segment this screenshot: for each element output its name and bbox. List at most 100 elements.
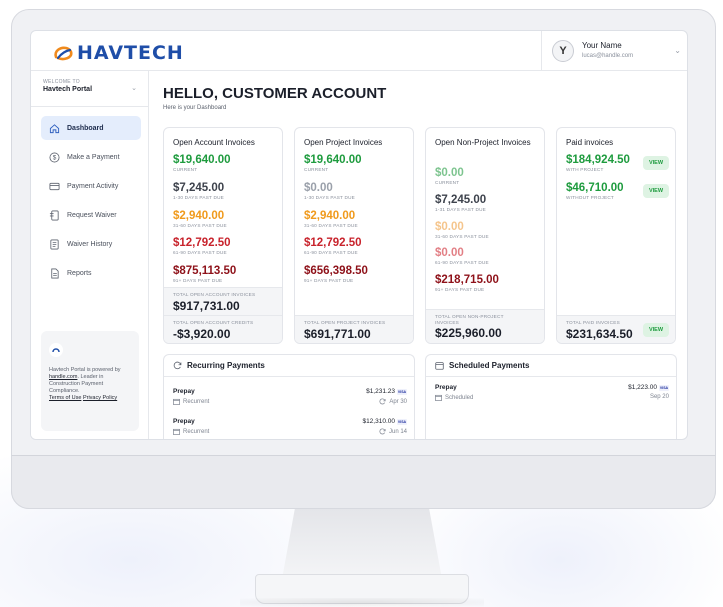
amount-label: 1-30 DAYS PAST DUE — [304, 195, 356, 200]
total-band: TOTAL OPEN NON-PROJECT INVOICES $225,960… — [426, 309, 544, 343]
amount-entry: $0.00 31-60 DAYS PAST DUE — [435, 221, 489, 240]
card-title: Open Account Invoices — [173, 138, 255, 147]
page-title: HELLO, CUSTOMER ACCOUNT — [163, 85, 387, 102]
payment-date-text: Jun 14 — [388, 428, 407, 435]
sidebar-item-label: Waiver History — [67, 240, 113, 248]
credits-value: -$3,920.00 — [173, 326, 231, 341]
top-bar: HAVTECH Y Your Name lucas@handle.com ⌄ — [31, 31, 687, 71]
amount-label: CURRENT — [173, 167, 198, 172]
amount-label: 1-31 DAYS PAST DUE — [435, 207, 487, 212]
payment-date-text: Apr 30 — [389, 398, 407, 405]
payment-row[interactable]: Prepay Recurrent $12,310.00 VISA Jun 14 — [173, 418, 407, 439]
amount-label: 1-30 DAYS PAST DUE — [173, 195, 225, 200]
amount-entry: $2,940.00 31-60 DAYS PAST DUE — [304, 210, 358, 229]
sidebar-item-request-waiver[interactable]: Request Waiver — [41, 203, 141, 227]
payment-date-text: Sep 20 — [649, 394, 669, 400]
payment-type: Prepay — [173, 418, 195, 425]
sidebar-item-label: Make a Payment — [67, 153, 120, 161]
card-title: Open Project Invoices — [304, 138, 383, 147]
main-content: HELLO, CUSTOMER ACCOUNT Here is your Das… — [149, 71, 687, 439]
monitor-stand-neck — [282, 509, 442, 579]
total-band: TOTAL OPEN PROJECT INVOICES $691,771.00 — [295, 315, 413, 343]
amount-label: 91+ DAYS PAST DUE — [304, 278, 354, 283]
amount-entry: $12,792.50 61-90 DAYS PAST DUE — [173, 237, 231, 256]
amount-entry: $19,640.00 CURRENT — [173, 154, 231, 173]
amount-value: $218,715.00 — [435, 274, 499, 286]
sidebar-item-reports[interactable]: Reports — [41, 261, 141, 285]
sidebar: WELCOME TO Havtech Portal ⌄ Dashboard $ … — [31, 71, 149, 439]
terms-link[interactable]: Terms of Use — [49, 395, 81, 401]
payment-type: Prepay — [173, 388, 195, 395]
brand-logo[interactable]: HAVTECH — [52, 42, 184, 64]
card-icon — [49, 182, 60, 190]
amount-value: $0.00 — [304, 182, 333, 194]
refresh-icon — [173, 361, 182, 370]
avatar: Y — [552, 40, 574, 62]
card-open-nonproject-invoices[interactable]: Open Non-Project Invoices $0.00 CURRENT … — [425, 127, 545, 344]
amount-value: $19,640.00 — [173, 154, 231, 166]
card-open-project-invoices[interactable]: Open Project Invoices $19,640.00 CURRENT… — [294, 127, 414, 344]
amount-entry: $7,245.00 1-30 DAYS PAST DUE — [173, 182, 224, 201]
amount-entry: $0.00 CURRENT — [435, 167, 464, 186]
sidebar-item-label: Payment Activity — [67, 182, 119, 190]
view-total-paid-button[interactable]: VIEW — [643, 323, 669, 337]
amount-value: $0.00 — [435, 221, 464, 233]
view-with-project-button[interactable]: VIEW — [643, 156, 669, 170]
panel-header: Recurring Payments — [164, 355, 414, 377]
payment-type: Prepay — [435, 384, 457, 391]
card-paid-invoices[interactable]: Paid invoices $184,924.50 WITH PROJECT V… — [556, 127, 676, 344]
amount-label: 61-90 DAYS PAST DUE — [173, 250, 227, 255]
sidebar-item-make-payment[interactable]: $ Make a Payment — [41, 145, 141, 169]
sidebar-item-payment-activity[interactable]: Payment Activity — [41, 174, 141, 198]
sidebar-item-waiver-history[interactable]: Waiver History — [41, 232, 141, 256]
sidebar-nav: Dashboard $ Make a Payment Payment Activ… — [41, 116, 141, 290]
amount-label: WITHOUT PROJECT — [566, 195, 614, 200]
card-title: Open Non-Project Invoices — [435, 138, 531, 147]
user-menu[interactable]: Y Your Name lucas@handle.com ⌄ — [541, 31, 687, 71]
payment-status-text: Scheduled — [445, 394, 474, 401]
amount-entry: $0.00 61-90 DAYS PAST DUE — [435, 247, 489, 266]
refresh-icon — [379, 428, 386, 435]
calendar-icon — [173, 398, 180, 405]
handle-logo-icon — [49, 343, 63, 357]
recurring-payments-panel: Recurring Payments Prepay Recurrent $1,2… — [163, 354, 415, 439]
payment-row[interactable]: Prepay Scheduled $1,223.00 VISA Sep 20 — [435, 384, 669, 410]
total-band: TOTAL OPEN ACCOUNT INVOICES $917,731.00 — [164, 287, 282, 315]
amount-label: 31-60 DAYS PAST DUE — [173, 223, 227, 228]
amount-label: 91+ DAYS PAST DUE — [435, 287, 485, 292]
visa-icon: VISA — [659, 385, 669, 391]
total-label: TOTAL OPEN NON-PROJECT INVOICES — [435, 314, 504, 325]
payment-status-text: Recurrent — [183, 398, 210, 405]
user-email: lucas@handle.com — [582, 53, 634, 59]
calendar-icon — [435, 362, 444, 370]
amount-value: $7,245.00 — [435, 194, 487, 206]
dollar-circle-icon: $ — [49, 152, 60, 162]
amount-value: $0.00 — [435, 247, 464, 259]
card-title: Paid invoices — [566, 138, 614, 147]
amount-entry: $184,924.50 WITH PROJECT — [566, 154, 630, 173]
chevron-down-icon: ⌄ — [674, 46, 681, 55]
sidebar-item-dashboard[interactable]: Dashboard — [41, 116, 141, 140]
amount-entry: $875,113.50 91+ DAYS PAST DUE — [173, 265, 236, 284]
view-without-project-button[interactable]: VIEW — [643, 184, 669, 198]
amount-value: $7,245.00 — [173, 182, 225, 194]
portal-switcher[interactable]: WELCOME TO Havtech Portal ⌄ — [31, 71, 149, 107]
total-value: $225,960.00 — [435, 326, 502, 340]
total-label: TOTAL OPEN ACCOUNT INVOICES — [173, 292, 256, 297]
payment-amount: $1,231.23 — [366, 388, 395, 395]
handle-link[interactable]: handle.com — [49, 374, 77, 380]
amount-value: $46,710.00 — [566, 182, 624, 194]
screen: HAVTECH Y Your Name lucas@handle.com ⌄ W… — [30, 30, 688, 440]
sidebar-item-label: Reports — [67, 269, 92, 277]
privacy-link[interactable]: Privacy Policy — [83, 395, 117, 401]
chevron-down-icon: ⌄ — [131, 85, 137, 92]
amount-value: $12,792.50 — [173, 237, 231, 249]
user-name: Your Name — [582, 41, 622, 50]
amount-entry: $46,710.00 WITHOUT PROJECT — [566, 182, 624, 201]
payment-row[interactable]: Prepay Recurrent $1,231.23 VISA Apr 30 — [173, 388, 407, 414]
card-open-account-invoices[interactable]: Open Account Invoices $19,640.00 CURRENT… — [163, 127, 283, 344]
amount-entry: $656,398.50 91+ DAYS PAST DUE — [304, 265, 368, 284]
sidebar-item-label: Request Waiver — [67, 211, 117, 219]
amount-value: $184,924.50 — [566, 154, 630, 166]
user-info: Your Name lucas@handle.com — [582, 41, 633, 61]
